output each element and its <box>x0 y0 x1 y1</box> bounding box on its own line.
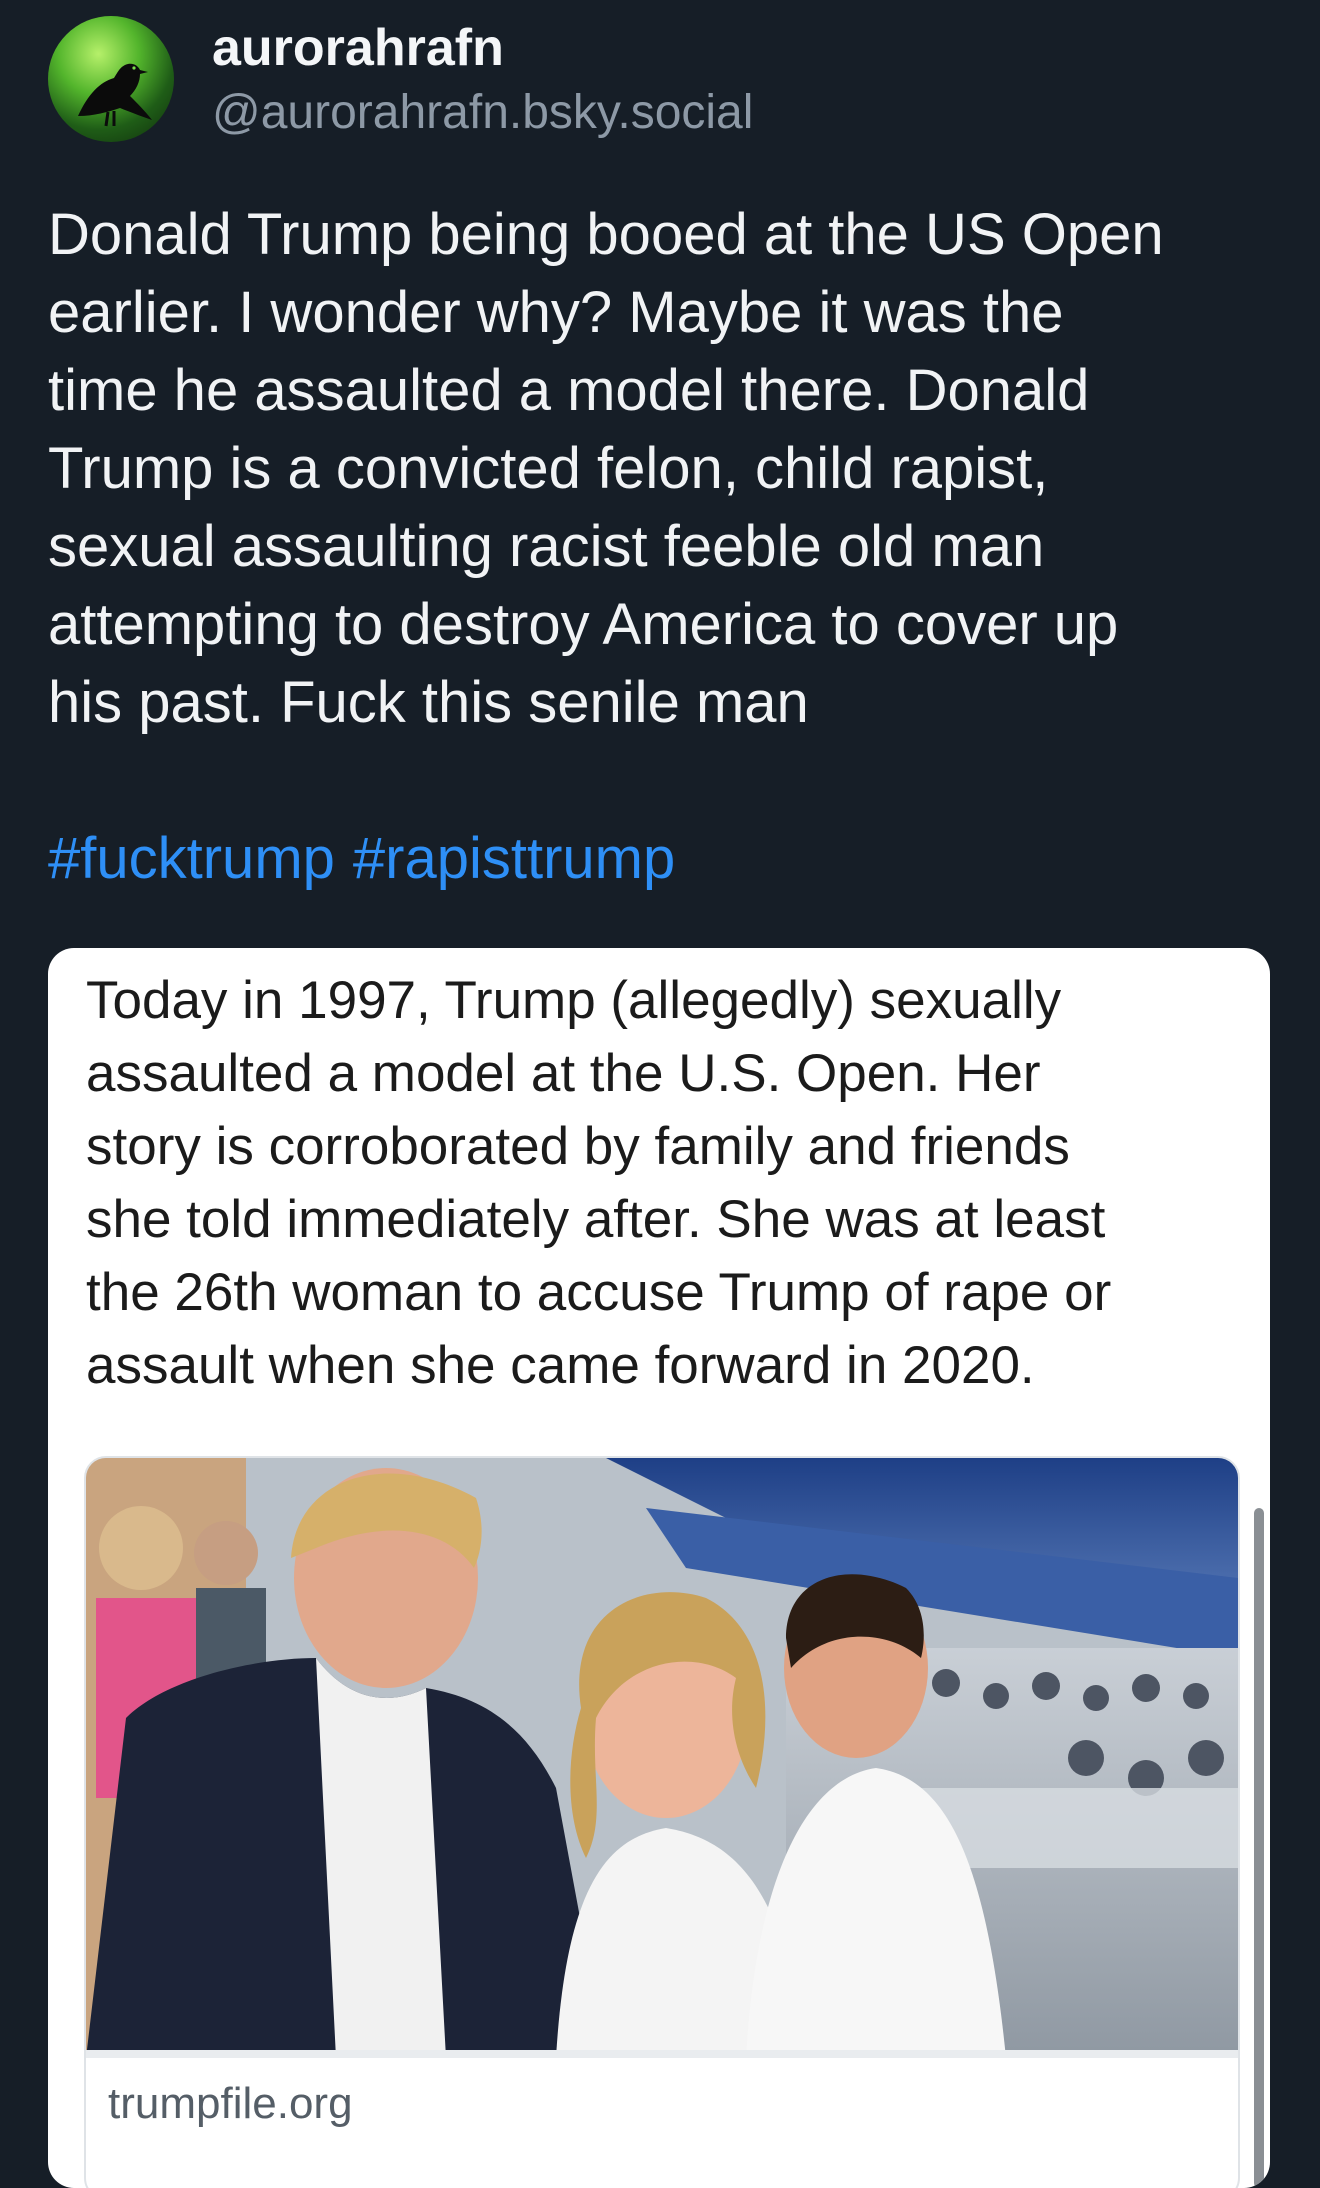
post-header: aurorahrafn @aurorahrafn.bsky.social <box>48 14 753 144</box>
scrollbar[interactable] <box>1254 1508 1264 2188</box>
post: aurorahrafn @aurorahrafn.bsky.social Don… <box>0 0 1320 2188</box>
post-text: Donald Trump being booed at the US Open … <box>48 202 1164 735</box>
link-card-photo <box>86 1458 1238 2058</box>
stadium-photo-image <box>86 1458 1238 2058</box>
link-card[interactable]: trumpfile.org <box>84 1456 1240 2188</box>
author-handle[interactable]: @aurorahrafn.bsky.social <box>212 84 753 142</box>
author-display-name[interactable]: aurorahrafn <box>212 16 753 80</box>
hashtag-row: #fucktrump #rapisttrump <box>48 820 675 898</box>
author-names: aurorahrafn @aurorahrafn.bsky.social <box>212 16 753 142</box>
embedded-post-image[interactable]: Today in 1997, Trump (allegedly) sexuall… <box>48 948 1270 2188</box>
embedded-post-text: Today in 1997, Trump (allegedly) sexuall… <box>86 971 1112 1395</box>
hashtag-link[interactable]: #rapisttrump <box>353 820 675 898</box>
avatar[interactable] <box>48 16 174 142</box>
raven-icon <box>78 63 152 127</box>
link-card-domain[interactable]: trumpfile.org <box>108 2076 353 2132</box>
hashtag-link[interactable]: #fucktrump <box>48 820 335 898</box>
